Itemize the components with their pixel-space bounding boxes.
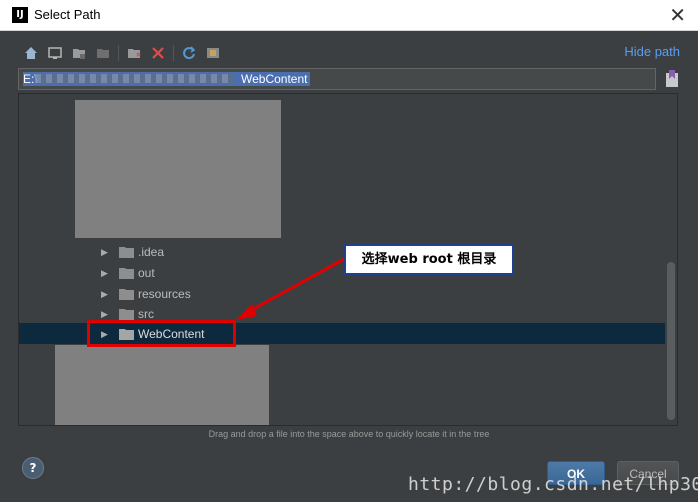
watermark: http://blog.csdn.net/lhp3000 (408, 474, 698, 495)
highlight-rectangle (87, 320, 236, 347)
annotation-callout: 选择web root 根目录 (344, 244, 514, 275)
